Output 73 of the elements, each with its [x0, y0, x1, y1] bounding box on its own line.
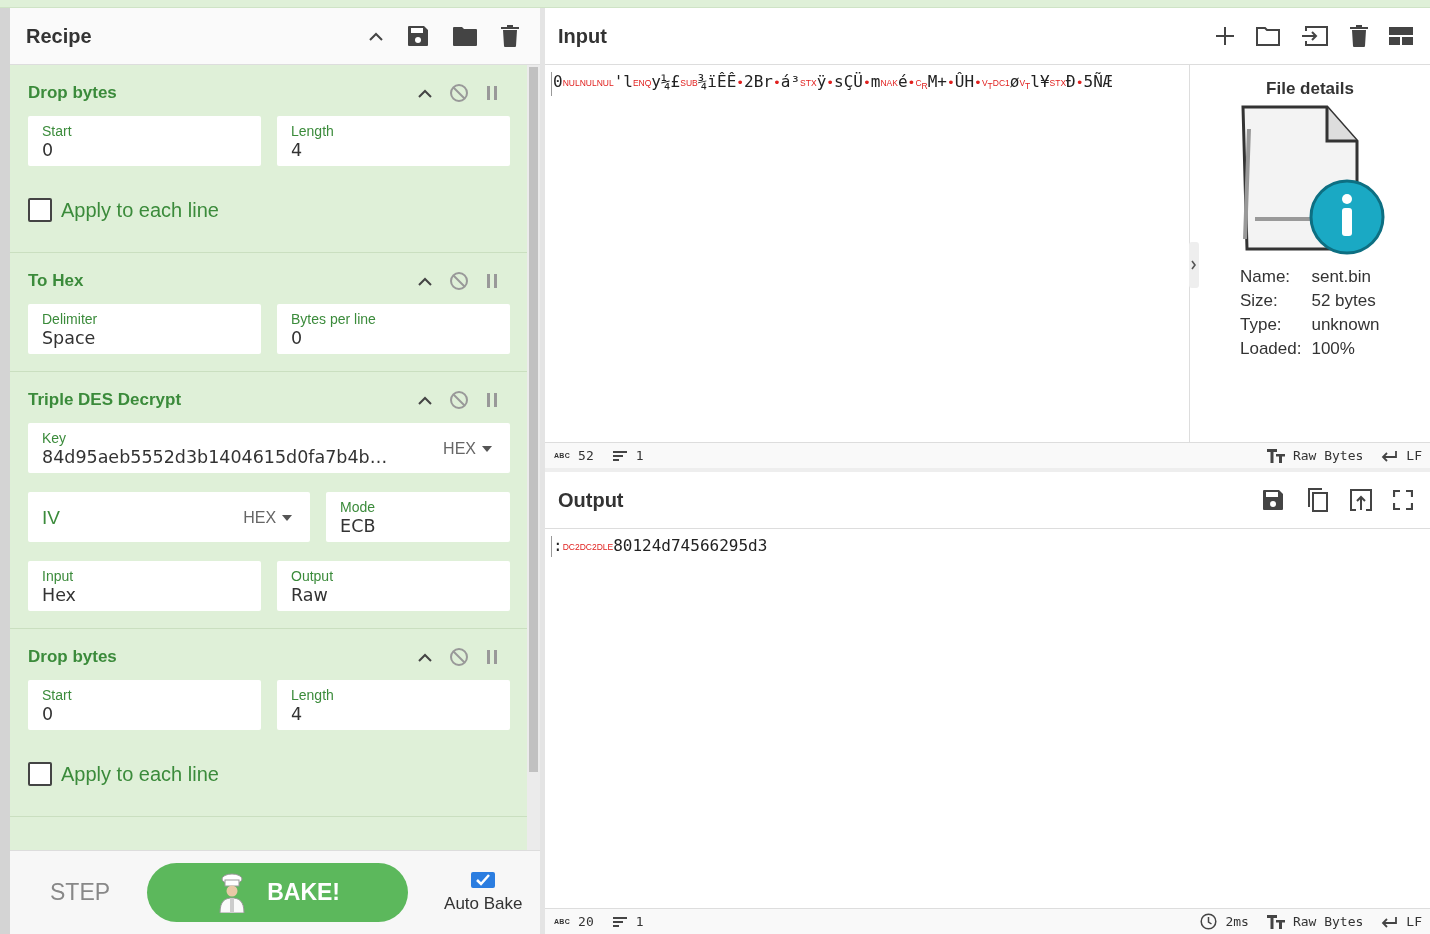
input-field[interactable]: Bytes per line 0 — [277, 304, 510, 354]
font-icon[interactable] — [1266, 448, 1285, 463]
checkbox[interactable] — [28, 762, 52, 786]
operation-title: Drop bytes — [28, 647, 118, 667]
input-field[interactable]: IV HEX — [28, 492, 311, 542]
operation-title: Triple DES Decrypt — [28, 390, 183, 410]
length-count: 20 — [578, 914, 594, 929]
checkbox-label: Apply to each line — [61, 198, 219, 222]
encoding-button[interactable]: Raw Bytes — [1266, 448, 1364, 463]
replace-input-icon[interactable] — [1349, 488, 1373, 512]
folder-icon[interactable] — [452, 25, 478, 47]
property-value: 52 bytes — [1311, 291, 1377, 311]
return-icon[interactable] — [1381, 915, 1399, 928]
bake-time: 2ms — [1225, 914, 1249, 929]
file-input-icon[interactable] — [1301, 25, 1329, 47]
caret-icon — [282, 514, 293, 521]
layout-icon[interactable] — [1389, 26, 1413, 46]
property-label: Size: — [1240, 291, 1279, 311]
clock-icon — [1200, 913, 1218, 930]
property-label: Type: — [1240, 315, 1283, 335]
plus-icon[interactable] — [1215, 26, 1235, 46]
panel-title: File details — [1266, 79, 1354, 99]
property-value: sent.bin — [1311, 267, 1372, 287]
input-field[interactable]: Key 84d95aeb5552d3b1404615d0fa7b4b… HEX — [28, 423, 510, 473]
line-count: 1 — [635, 914, 644, 929]
font-icon[interactable] — [1266, 914, 1285, 929]
folder-icon[interactable] — [1255, 25, 1281, 47]
chevron-up-icon[interactable] — [368, 31, 384, 41]
caret-icon — [482, 445, 492, 452]
fullscreen-icon[interactable] — [1393, 490, 1413, 510]
save-icon[interactable] — [1261, 488, 1285, 512]
chevron-up-icon[interactable] — [417, 652, 433, 662]
property-value: 100% — [1311, 339, 1356, 359]
chevron-up-icon[interactable] — [417, 276, 433, 286]
dropdown-button[interactable]: HEX — [239, 504, 297, 531]
return-icon[interactable] — [1381, 449, 1399, 462]
input-field[interactable]: Mode ECB — [326, 492, 510, 542]
checkbox-label: Apply to each line — [61, 762, 219, 786]
panel-title: Input — [558, 24, 608, 48]
eol-button[interactable]: LF — [1381, 448, 1422, 463]
save-icon[interactable] — [406, 24, 430, 48]
chevron-up-icon[interactable] — [417, 395, 433, 405]
checkbox[interactable] — [28, 198, 52, 222]
input-field[interactable]: Start 0 — [28, 680, 261, 730]
property-label: Name: — [1240, 267, 1292, 287]
trash-icon[interactable] — [500, 24, 520, 48]
chevron-up-icon[interactable] — [417, 88, 433, 98]
scrollbar[interactable] — [527, 65, 540, 850]
property-value: unknown — [1311, 315, 1380, 335]
input-field[interactable]: Output Raw — [277, 561, 510, 611]
checkbox[interactable] — [471, 871, 496, 888]
input-field[interactable]: Delimiter Space — [28, 304, 261, 354]
collapse-handle-icon[interactable] — [1189, 242, 1199, 288]
panel-title: Output — [558, 488, 625, 512]
operation-title: Drop bytes — [28, 83, 118, 103]
panel-title: Recipe — [26, 24, 93, 48]
checkbox-label: Auto Bake — [444, 893, 523, 914]
lines-icon — [611, 915, 628, 928]
output-text[interactable]: :DC2DC2DLE80124d74566295d3 — [551, 536, 768, 557]
line-count: 1 — [635, 448, 644, 463]
copy-icon[interactable] — [1305, 487, 1329, 513]
trash-icon[interactable] — [1349, 24, 1369, 48]
eol-button[interactable]: LF — [1381, 914, 1422, 929]
encoding-button[interactable]: Raw Bytes — [1266, 914, 1364, 929]
input-field[interactable]: Length 4 — [277, 680, 510, 730]
input-field[interactable]: Start 0 — [28, 116, 261, 166]
length-count: 52 — [578, 448, 594, 463]
property-label: Loaded: — [1240, 339, 1302, 359]
dropdown-button[interactable]: HEX — [439, 435, 496, 462]
lines-icon — [611, 449, 628, 462]
input-field[interactable]: Length 4 — [277, 116, 510, 166]
operation-title: To Hex — [28, 271, 85, 291]
input-field[interactable]: Input Hex — [28, 561, 261, 611]
